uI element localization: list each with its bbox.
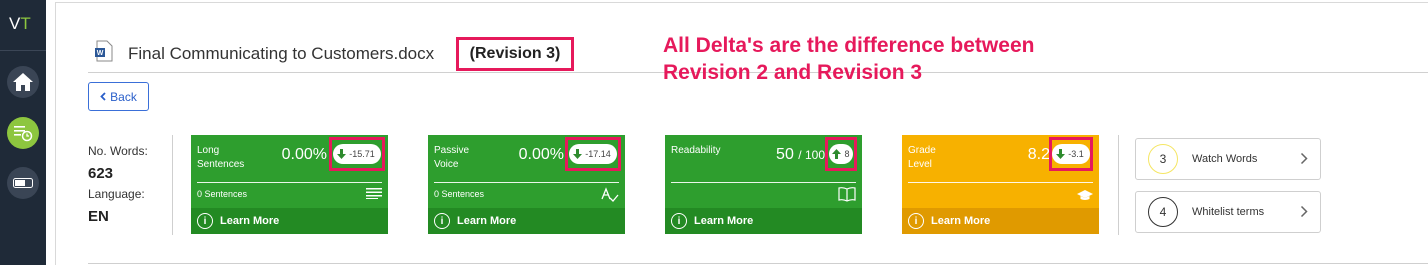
card-name: Passive Voice	[434, 145, 470, 170]
chevron-right-icon	[1300, 205, 1308, 218]
card-divider	[908, 182, 1093, 183]
card-divider	[434, 182, 619, 183]
chevron-left-icon	[100, 92, 106, 101]
delta-badge: 8	[829, 144, 853, 164]
arrow-down-icon	[1056, 149, 1066, 159]
delta-value: 8	[844, 149, 850, 159]
toggle-button[interactable]	[7, 167, 39, 199]
watch-words-count: 3	[1148, 144, 1178, 174]
card-value: 0.00%	[281, 146, 327, 163]
history-list-icon	[14, 126, 33, 142]
graduation-cap-icon	[1077, 190, 1093, 200]
card-value: 50 / 100	[776, 146, 825, 163]
card-name: Long Sentences	[197, 145, 245, 170]
readability-card[interactable]: Readability 50 / 100 8 i Learn More	[665, 135, 862, 234]
passive-voice-card[interactable]: Passive Voice 0.00% -17.14 0 Sentences i …	[428, 135, 625, 234]
sidebar-divider	[0, 50, 46, 51]
card-value-suffix: / 100	[798, 148, 825, 162]
sentence-count: 0 Sentences	[434, 189, 485, 199]
arrow-up-icon	[832, 149, 842, 159]
grade-level-card[interactable]: Grade Level 8.2 -3.1 i Learn More	[902, 135, 1099, 234]
learn-more-label: Learn More	[931, 215, 991, 227]
sentence-count: 0 Sentences	[197, 189, 248, 199]
info-icon: i	[908, 213, 924, 229]
learn-more-button[interactable]: i Learn More	[665, 208, 862, 234]
book-icon	[838, 187, 856, 202]
left-divider	[55, 2, 56, 265]
annotation-line-1: All Delta's are the difference between	[663, 34, 1035, 57]
document-stats: No. Words: 623 Language: EN	[88, 144, 148, 225]
back-button[interactable]: Back	[88, 82, 149, 111]
sidebar: VT	[0, 0, 46, 265]
app-logo[interactable]: VT	[9, 14, 31, 34]
whitelist-terms-button[interactable]: 4 Whitelist terms	[1135, 191, 1321, 233]
delta-highlight: -3.1	[1049, 137, 1093, 171]
info-icon: i	[434, 213, 450, 229]
language-value: EN	[88, 208, 109, 225]
watch-words-button[interactable]: 3 Watch Words	[1135, 138, 1321, 180]
card-divider	[197, 182, 382, 183]
spellcheck-icon	[601, 187, 619, 202]
card-name: Grade Level	[908, 145, 936, 170]
annotation-line-2: Revision 2 and Revision 3	[663, 61, 923, 84]
delta-value: -3.1	[1068, 149, 1084, 159]
whitelist-terms-label: Whitelist terms	[1192, 206, 1265, 218]
delta-annotation: All Delta's are the difference between R…	[663, 32, 1034, 86]
learn-more-label: Learn More	[457, 215, 517, 227]
history-button[interactable]	[7, 117, 39, 149]
watch-words-label: Watch Words	[1192, 153, 1258, 165]
document-title: Final Communicating to Customers.docx	[128, 44, 435, 63]
learn-more-label: Learn More	[220, 215, 280, 227]
card-value: 0.00%	[518, 146, 564, 163]
toggle-icon	[13, 178, 33, 188]
info-icon: i	[197, 213, 213, 229]
stats-divider	[172, 135, 173, 235]
words-label: No. Words:	[88, 144, 148, 158]
delta-highlight: -17.14	[565, 137, 621, 171]
delta-value: -15.71	[349, 149, 375, 159]
language-label: Language:	[88, 187, 145, 201]
arrow-down-icon	[337, 149, 347, 159]
info-icon: i	[671, 213, 687, 229]
chevron-right-icon	[1300, 152, 1308, 165]
home-icon	[13, 73, 33, 91]
delta-badge: -17.14	[569, 144, 617, 164]
delta-value: -17.14	[585, 149, 611, 159]
learn-more-label: Learn More	[694, 215, 754, 227]
bottom-divider	[88, 263, 1428, 264]
delta-highlight: -15.71	[329, 137, 385, 171]
delta-badge: -15.71	[333, 144, 381, 164]
home-button[interactable]	[7, 66, 39, 98]
svg-text:W: W	[97, 50, 104, 57]
delta-highlight: 8	[825, 137, 857, 171]
revision-label: (Revision 3)	[456, 37, 574, 71]
back-label: Back	[110, 89, 137, 104]
arrow-down-icon	[573, 149, 583, 159]
long-sentences-card[interactable]: Long Sentences 0.00% -15.71 0 Sentences i…	[191, 135, 388, 234]
lines-icon	[366, 188, 382, 199]
delta-badge: -3.1	[1052, 144, 1090, 164]
word-document-icon: W	[95, 40, 113, 62]
learn-more-button[interactable]: i Learn More	[902, 208, 1099, 234]
words-value: 623	[88, 165, 114, 182]
top-divider	[56, 2, 1428, 3]
whitelist-terms-count: 4	[1148, 197, 1178, 227]
cards-divider	[1118, 135, 1119, 235]
card-name: Readability	[671, 145, 721, 156]
card-value: 8.2	[1027, 146, 1050, 163]
learn-more-button[interactable]: i Learn More	[428, 208, 625, 234]
learn-more-button[interactable]: i Learn More	[191, 208, 388, 234]
card-divider	[671, 182, 856, 183]
